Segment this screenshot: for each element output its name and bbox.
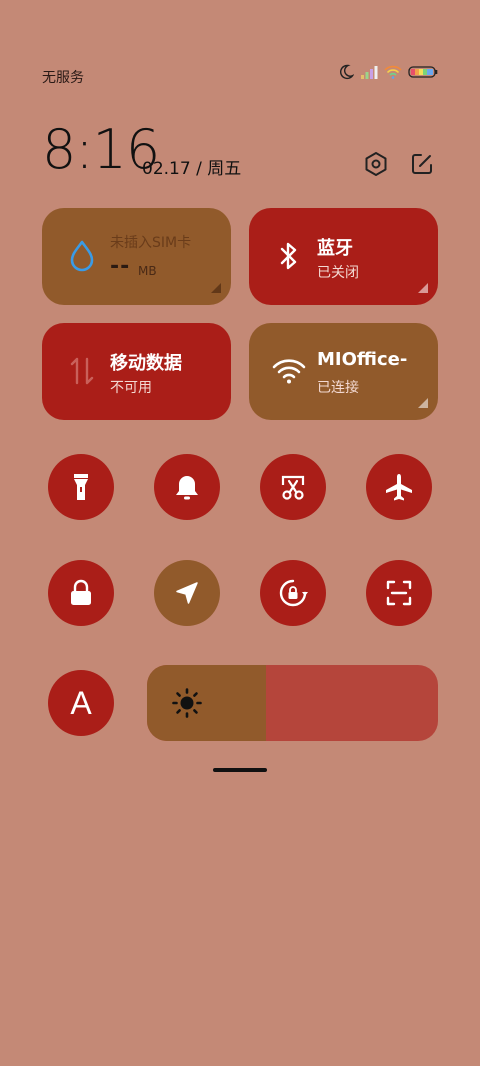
data-usage-unit: MB (138, 264, 157, 278)
scanner-icon (386, 580, 412, 606)
location-toggle[interactable] (154, 560, 220, 626)
mobile-data-icon (64, 353, 100, 389)
airplane-toggle[interactable] (366, 454, 432, 520)
expand-corner-icon (211, 283, 221, 293)
panel-handle[interactable] (213, 768, 267, 772)
brightness-slider[interactable] (147, 665, 438, 741)
bluetooth-status: 已关闭 (317, 265, 359, 281)
auto-brightness-label: A (70, 684, 92, 721)
sun-icon (172, 688, 202, 718)
signal-icon (361, 66, 378, 79)
sim-status-label: 未插入SIM卡 (110, 235, 192, 251)
battery-icon (408, 66, 438, 78)
location-icon (176, 582, 198, 604)
settings-button[interactable] (360, 148, 392, 180)
water-drop-icon (64, 238, 100, 274)
lock-icon (71, 579, 91, 605)
wifi-status: 已连接 (317, 380, 359, 396)
bell-icon (176, 476, 198, 500)
brightness-slider-fill (147, 665, 267, 741)
data-usage-value: -- (110, 254, 131, 279)
bluetooth-title: 蓝牙 (317, 238, 353, 259)
status-icons (338, 64, 438, 80)
mobile-data-tile[interactable]: 移动数据 不可用 (42, 323, 231, 420)
date-label: 02.17 / 周五 (142, 159, 242, 179)
auto-brightness-button[interactable]: A (48, 670, 114, 736)
screenshot-icon (281, 475, 305, 500)
mobile-data-title: 移动数据 (110, 353, 182, 374)
moon-icon (340, 64, 354, 80)
status-bar: 无服务 (42, 64, 438, 88)
edit-button[interactable] (406, 148, 438, 180)
wifi-icon (271, 353, 307, 389)
expand-corner-icon (418, 398, 428, 408)
wifi-network-name: MIOffice- (317, 349, 408, 370)
rotation-lock-toggle[interactable] (260, 560, 326, 626)
lock-screen-toggle[interactable] (48, 560, 114, 626)
wifi-tile[interactable]: MIOffice- 已连接 (249, 323, 438, 420)
expand-corner-icon (418, 283, 428, 293)
rotation-lock-icon (279, 579, 308, 607)
mobile-data-status: 不可用 (110, 380, 152, 396)
bluetooth-icon (271, 238, 307, 274)
settings-icon (365, 152, 387, 176)
edit-icon (412, 154, 432, 174)
wifi-status-icon (384, 65, 402, 79)
flashlight-icon (74, 474, 88, 500)
data-usage-tile[interactable]: 未插入SIM卡 -- MB (42, 208, 231, 305)
carrier-label: 无服务 (42, 70, 84, 86)
screenshot-toggle[interactable] (260, 454, 326, 520)
scanner-toggle[interactable] (366, 560, 432, 626)
flashlight-toggle[interactable] (48, 454, 114, 520)
sound-toggle[interactable] (154, 454, 220, 520)
bluetooth-tile[interactable]: 蓝牙 已关闭 (249, 208, 438, 305)
airplane-icon (386, 474, 412, 501)
